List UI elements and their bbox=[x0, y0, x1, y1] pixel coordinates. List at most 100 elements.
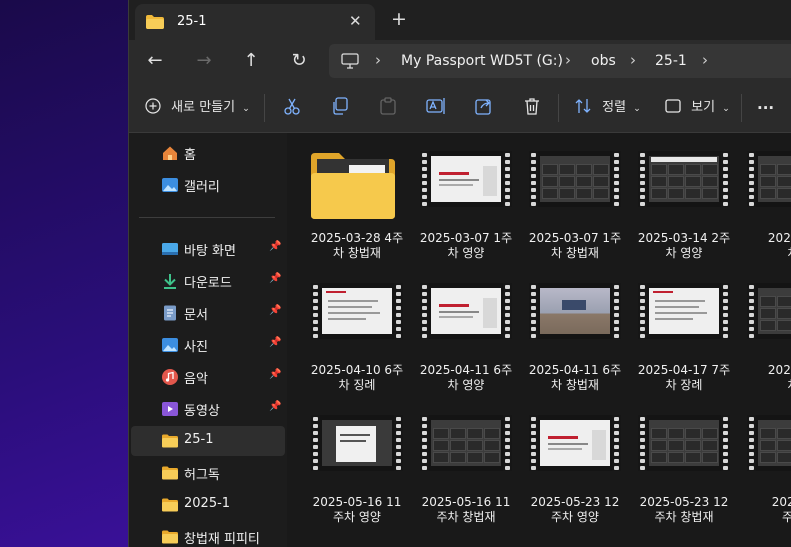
file-name-line-1: 2025-04-10 6주 bbox=[310, 363, 404, 377]
file-name-line-1: 2025-03-28 4주 bbox=[310, 231, 404, 245]
video-thumbnail bbox=[420, 151, 512, 207]
sidebar-item-label: 음악 bbox=[184, 372, 208, 387]
video-thumbnail bbox=[311, 283, 403, 339]
file-name-line-1: 2025-04 bbox=[767, 363, 791, 377]
sidebar-item-hugdog[interactable]: 허그독 bbox=[131, 458, 285, 488]
pin-icon: 📌 bbox=[269, 369, 282, 380]
copy-button[interactable] bbox=[331, 97, 349, 119]
video-thumbnail bbox=[420, 415, 512, 471]
breadcrumb-25-1[interactable]: 25-1 bbox=[655, 53, 687, 69]
new-button-label: 새로 만들기 bbox=[171, 100, 236, 115]
file-name: 2025-0주차 bbox=[741, 495, 791, 525]
address-bar[interactable]: › My Passport WD5T (G:) › obs › 25-1 › bbox=[329, 44, 791, 78]
pin-icon: 📌 bbox=[269, 241, 282, 252]
file-name-line-1: 2025-03 bbox=[767, 231, 791, 245]
sidebar-item-videos[interactable]: 동영상 📌 bbox=[131, 394, 285, 424]
more-options-button[interactable]: ··· bbox=[757, 97, 774, 119]
file-name-line-2: 차 창법재 bbox=[333, 246, 381, 260]
folder-icon bbox=[146, 15, 164, 29]
tab-bar: 25-1 ✕ + bbox=[129, 0, 791, 40]
sidebar-item-downloads[interactable]: 다운로드 📌 bbox=[131, 266, 285, 296]
chevron-down-icon: ⌄ bbox=[722, 104, 730, 114]
breadcrumb-obs[interactable]: obs bbox=[591, 53, 616, 69]
sidebar-item-gallery[interactable]: 갤러리 bbox=[131, 170, 285, 200]
folder-icon bbox=[311, 153, 395, 219]
sidebar-item-25-1[interactable]: 25-1 bbox=[131, 426, 285, 456]
sidebar-item-desktop[interactable]: 바탕 화면 📌 bbox=[131, 234, 285, 264]
file-name: 2025-05-23 12 주차 창법재 bbox=[632, 495, 736, 525]
file-name-line-2: 주차 창법재 bbox=[654, 510, 714, 524]
view-button[interactable]: 보기 ⌄ bbox=[665, 97, 730, 119]
file-name-line-1: 2025-04-11 6주 bbox=[528, 363, 622, 377]
pin-icon: 📌 bbox=[269, 305, 282, 316]
file-name-line-1: 2025-0 bbox=[771, 495, 791, 509]
sort-button[interactable]: 정렬 ⌄ bbox=[574, 97, 641, 119]
file-name: 2025-05-16 11 주차 영양 bbox=[305, 495, 409, 525]
forward-button[interactable]: → bbox=[192, 50, 216, 74]
breadcrumb-expand-icon[interactable]: › bbox=[702, 51, 708, 69]
rename-icon bbox=[426, 98, 445, 114]
video-thumbnail bbox=[529, 283, 621, 339]
plus-circle-icon bbox=[145, 98, 161, 114]
navigation-bar: ← → ↑ ↻ › My Passport WD5T (G:) › obs › … bbox=[129, 40, 791, 84]
scissors-icon bbox=[284, 98, 300, 115]
breadcrumb-drive[interactable]: My Passport WD5T (G:) bbox=[401, 53, 563, 69]
video-thumbnail bbox=[529, 151, 621, 207]
cut-button[interactable] bbox=[283, 97, 301, 119]
tab-25-1[interactable]: 25-1 ✕ bbox=[135, 4, 375, 40]
chevron-down-icon: ⌄ bbox=[633, 104, 641, 114]
file-name-line-2: 차 영양 bbox=[447, 246, 485, 260]
file-explorer-window: 25-1 ✕ + ← → ↑ ↻ › My Passport WD5T (G:)… bbox=[128, 0, 791, 547]
sidebar-item-pictures[interactable]: 사진 📌 bbox=[131, 330, 285, 360]
video-thumbnail bbox=[747, 283, 791, 339]
video-thumbnail bbox=[638, 151, 730, 207]
sidebar-item-2025-1[interactable]: 2025-1 bbox=[131, 490, 285, 520]
file-name-line-1: 2025-03-07 1주 bbox=[528, 231, 622, 245]
file-name-line-2: 차 bbox=[741, 378, 791, 393]
file-name-line-1: 2025-03-07 1주 bbox=[419, 231, 513, 245]
pictures-icon bbox=[162, 338, 178, 352]
download-icon bbox=[164, 274, 176, 289]
file-name: 2025-03-07 1주 차 창법재 bbox=[523, 231, 627, 261]
file-name-line-2: 주차 영양 bbox=[333, 510, 381, 524]
sidebar-item-home[interactable]: 홈 bbox=[131, 138, 285, 168]
up-button[interactable]: ↑ bbox=[239, 50, 263, 74]
paste-button[interactable] bbox=[379, 97, 397, 119]
sidebar-item-label: 허그독 bbox=[184, 468, 220, 483]
file-name-line-2: 차 창법재 bbox=[551, 378, 599, 392]
file-name: 2025-04차 bbox=[741, 363, 791, 393]
sidebar-item-label: 갤러리 bbox=[184, 180, 220, 195]
back-button[interactable]: ← bbox=[143, 50, 167, 74]
tab-title: 25-1 bbox=[177, 14, 207, 29]
file-name: 2025-05-16 11 주차 창법재 bbox=[414, 495, 518, 525]
pin-icon: 📌 bbox=[269, 401, 282, 412]
divider bbox=[264, 94, 265, 122]
file-name-line-1: 2025-04-17 7주 bbox=[637, 363, 731, 377]
view-icon bbox=[665, 99, 681, 113]
command-bar: 새로 만들기 ⌄ 정렬 ⌄ 보기 ⌄ ··· bbox=[129, 84, 791, 133]
close-tab-icon[interactable]: ✕ bbox=[349, 12, 362, 30]
refresh-button[interactable]: ↻ bbox=[287, 50, 311, 74]
file-name-line-2: 차 징례 bbox=[338, 378, 376, 392]
share-button[interactable] bbox=[475, 97, 493, 119]
desktop-icon bbox=[162, 243, 178, 255]
sidebar-item-documents[interactable]: 문서 📌 bbox=[131, 298, 285, 328]
sort-icon bbox=[575, 99, 591, 113]
file-name-line-1: 2025-05-16 11 bbox=[421, 495, 511, 509]
pin-icon: 📌 bbox=[269, 273, 282, 284]
sidebar-item-ppt[interactable]: 창법재 피피티 bbox=[131, 522, 285, 547]
folder-icon bbox=[162, 466, 178, 480]
new-button[interactable]: 새로 만들기 ⌄ bbox=[145, 97, 250, 119]
new-tab-button[interactable]: + bbox=[391, 8, 407, 30]
file-name: 2025-03차 bbox=[741, 231, 791, 261]
file-name-line-1: 2025-05-23 12 bbox=[639, 495, 729, 509]
file-name-line-2: 주차 영양 bbox=[551, 510, 599, 524]
file-name-line-2: 차 장례 bbox=[665, 378, 703, 392]
rename-button[interactable] bbox=[426, 97, 446, 119]
file-name-line-2: 차 bbox=[741, 246, 791, 261]
this-pc-icon bbox=[341, 53, 359, 69]
sidebar-item-music[interactable]: 음악 📌 bbox=[131, 362, 285, 392]
file-name-line-2: 차 창법재 bbox=[551, 246, 599, 260]
delete-button[interactable] bbox=[523, 97, 541, 119]
video-thumbnail bbox=[747, 415, 791, 471]
